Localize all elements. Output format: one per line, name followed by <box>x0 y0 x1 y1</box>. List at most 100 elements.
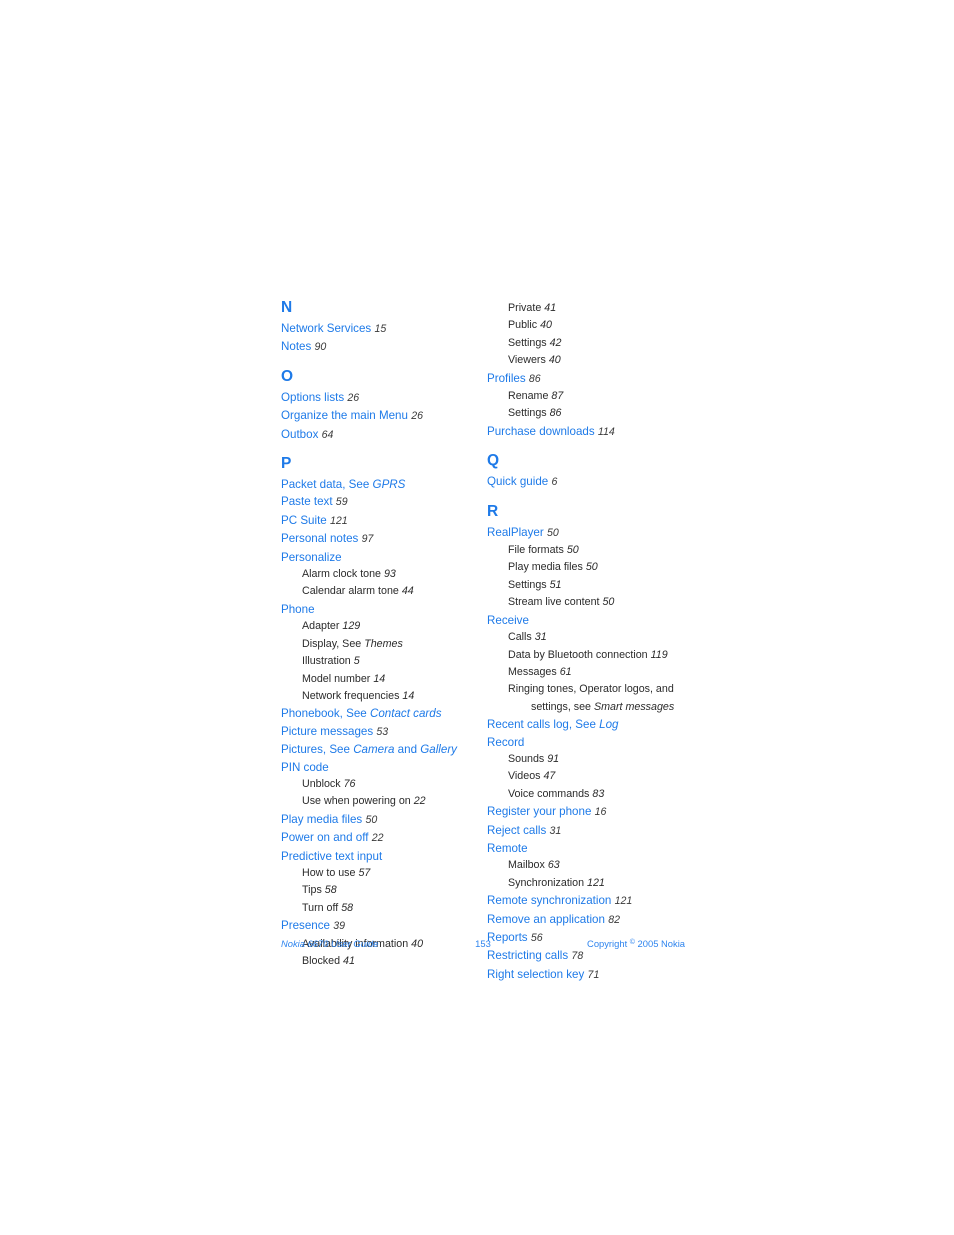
index-subentry[interactable]: Model number 14 <box>281 671 483 688</box>
page-number-ref: 5 <box>353 655 360 668</box>
index-subentry[interactable]: Sounds 91 <box>487 751 689 768</box>
index-subentry[interactable]: Viewers 40 <box>487 352 689 369</box>
index-entry[interactable]: Power on and off 22 <box>281 829 483 847</box>
page-number-ref: 42 <box>549 336 562 349</box>
index-entry[interactable]: Register your phone 16 <box>487 803 689 821</box>
index-subentry[interactable]: Videos 47 <box>487 768 689 785</box>
index-entry[interactable]: Quick guide 6 <box>487 473 689 491</box>
entry-text: Display, See <box>302 637 362 650</box>
index-subentry[interactable]: Alarm clock tone 93 <box>281 566 483 583</box>
index-entry[interactable]: Network Services 15 <box>281 320 483 338</box>
index-entry[interactable]: Pictures, See Camera and Gallery <box>281 741 483 758</box>
entry-text: Settings <box>508 578 547 591</box>
index-entry[interactable]: Play media files 50 <box>281 811 483 829</box>
index-subentry[interactable]: Play media files 50 <box>487 559 689 576</box>
index-entry[interactable]: Record <box>487 734 689 751</box>
index-entry[interactable]: Paste text 59 <box>281 493 483 511</box>
index-entry[interactable]: Personal notes 97 <box>281 530 483 548</box>
index-subentry[interactable]: Public 40 <box>487 317 689 334</box>
page-number-ref: 82 <box>608 913 620 926</box>
entry-text: Power on and off <box>281 831 369 845</box>
index-column-right: Private 41 Public 40 Settings 42 Viewers 40… <box>483 300 689 984</box>
index-subentry[interactable]: Calls 31 <box>487 629 689 646</box>
index-subentry[interactable]: Stream live content 50 <box>487 594 689 611</box>
index-entry[interactable]: Receive <box>487 612 689 629</box>
index-entry[interactable]: Purchase downloads 114 <box>487 423 689 441</box>
index-entry[interactable]: Picture messages 53 <box>281 723 483 741</box>
index-entry[interactable]: Notes 90 <box>281 338 483 356</box>
entry-text: Videos <box>508 770 541 783</box>
entry-text: Record <box>487 735 525 749</box>
index-subentry[interactable]: Adapter 129 <box>281 618 483 635</box>
entry-text: Register your phone <box>487 805 592 819</box>
page-number-ref: 64 <box>321 428 334 441</box>
index-subentry[interactable]: Mailbox 63 <box>487 857 689 874</box>
index-subentry[interactable]: Messages 61 <box>487 664 689 681</box>
index-subentry[interactable]: Voice commands 83 <box>487 786 689 803</box>
index-page: N Network Services 15 Notes 90 O Options lis… <box>281 300 685 984</box>
index-entry[interactable]: Predictive text input <box>281 848 483 865</box>
index-subentry[interactable]: Illustration 5 <box>281 653 483 670</box>
index-subentry[interactable]: Settings 51 <box>487 577 689 594</box>
letter-heading-q: Q <box>487 452 500 470</box>
index-subentry[interactable]: Use when powering on 22 <box>281 793 483 810</box>
index-entry[interactable]: PC Suite 121 <box>281 512 483 530</box>
index-subentry[interactable]: Settings 42 <box>487 335 689 352</box>
letter-heading-n: N <box>281 299 293 316</box>
index-entry[interactable]: Right selection key 71 <box>487 966 689 984</box>
index-subentry[interactable]: Synchronization 121 <box>487 875 689 892</box>
index-subentry[interactable]: Settings 86 <box>487 405 689 422</box>
entry-text: Outbox <box>281 427 319 441</box>
entry-text: Right selection key <box>487 967 585 981</box>
index-subentry[interactable]: Unblock 76 <box>281 776 483 793</box>
index-subentry[interactable]: Ringing tones, Operator logos, and settin… <box>487 681 689 716</box>
entry-text: Reject calls <box>487 823 547 837</box>
footer-copyright: Copyright © 2005 Nokia <box>587 938 685 949</box>
index-entry[interactable]: PIN code <box>281 759 483 776</box>
page-number-ref: 31 <box>534 631 547 644</box>
index-entry[interactable]: RealPlayer 50 <box>487 524 689 542</box>
entry-text: Packet data, See <box>281 478 370 492</box>
index-entry[interactable]: Remote <box>487 840 689 857</box>
index-entry[interactable]: Profiles 86 <box>487 370 689 388</box>
page-number-ref: 31 <box>549 824 562 837</box>
index-entry[interactable]: Phone <box>281 601 483 618</box>
entry-text: Rename <box>508 390 549 403</box>
page-number-ref: 22 <box>371 832 384 845</box>
index-subentry[interactable]: File formats 50 <box>487 542 689 559</box>
index-subentry[interactable]: Network frequencies 14 <box>281 688 483 705</box>
page-number-ref: 58 <box>324 884 337 897</box>
index-entry[interactable]: Outbox 64 <box>281 426 483 444</box>
index-subentry[interactable]: How to use 57 <box>281 865 483 882</box>
index-entry[interactable]: Recent calls log, See Log <box>487 716 689 733</box>
index-entry[interactable]: Options lists 26 <box>281 389 483 407</box>
index-entry[interactable]: Remote synchronization 121 <box>487 892 689 910</box>
page-number-ref: 22 <box>413 795 426 808</box>
index-entry[interactable]: Packet data, See GPRS <box>281 476 483 493</box>
index-subentry[interactable]: Display, See Themes <box>281 636 483 653</box>
index-subentry[interactable]: Blocked 41 <box>281 953 483 970</box>
letter-heading-r: R <box>487 502 499 520</box>
index-entry[interactable]: Organize the main Menu 26 <box>281 407 483 425</box>
entry-text: Turn off <box>302 901 339 914</box>
index-subentry[interactable]: Turn off 58 <box>281 900 483 917</box>
footer-copyright-prefix: Copyright <box>587 938 630 949</box>
entry-text: Viewers <box>508 354 546 367</box>
entry-text: Ringing tones, Operator logos, and <box>508 683 674 696</box>
entry-text: Network frequencies <box>302 689 400 702</box>
entry-text: Calendar alarm tone <box>302 585 399 598</box>
index-entry[interactable]: Personalize <box>281 549 483 566</box>
index-subentry[interactable]: Rename 87 <box>487 388 689 405</box>
index-subentry[interactable]: Private 41 <box>487 300 689 317</box>
index-subentry[interactable]: Data by Bluetooth connection 119 <box>487 647 689 664</box>
index-entry[interactable]: Reject calls 31 <box>487 822 689 840</box>
index-entry[interactable]: Presence 39 <box>281 917 483 935</box>
index-subentry[interactable]: Calendar alarm tone 44 <box>281 583 483 600</box>
index-entry[interactable]: Phonebook, See Contact cards <box>281 705 483 722</box>
index-entry[interactable]: Remove an application 82 <box>487 911 689 929</box>
page-number-ref: 41 <box>544 302 557 314</box>
index-entry[interactable]: Restricting calls 78 <box>487 947 689 965</box>
index-subentry[interactable]: Tips 58 <box>281 882 483 899</box>
entry-text: Personal notes <box>281 532 359 546</box>
entry-text: and <box>397 743 418 757</box>
